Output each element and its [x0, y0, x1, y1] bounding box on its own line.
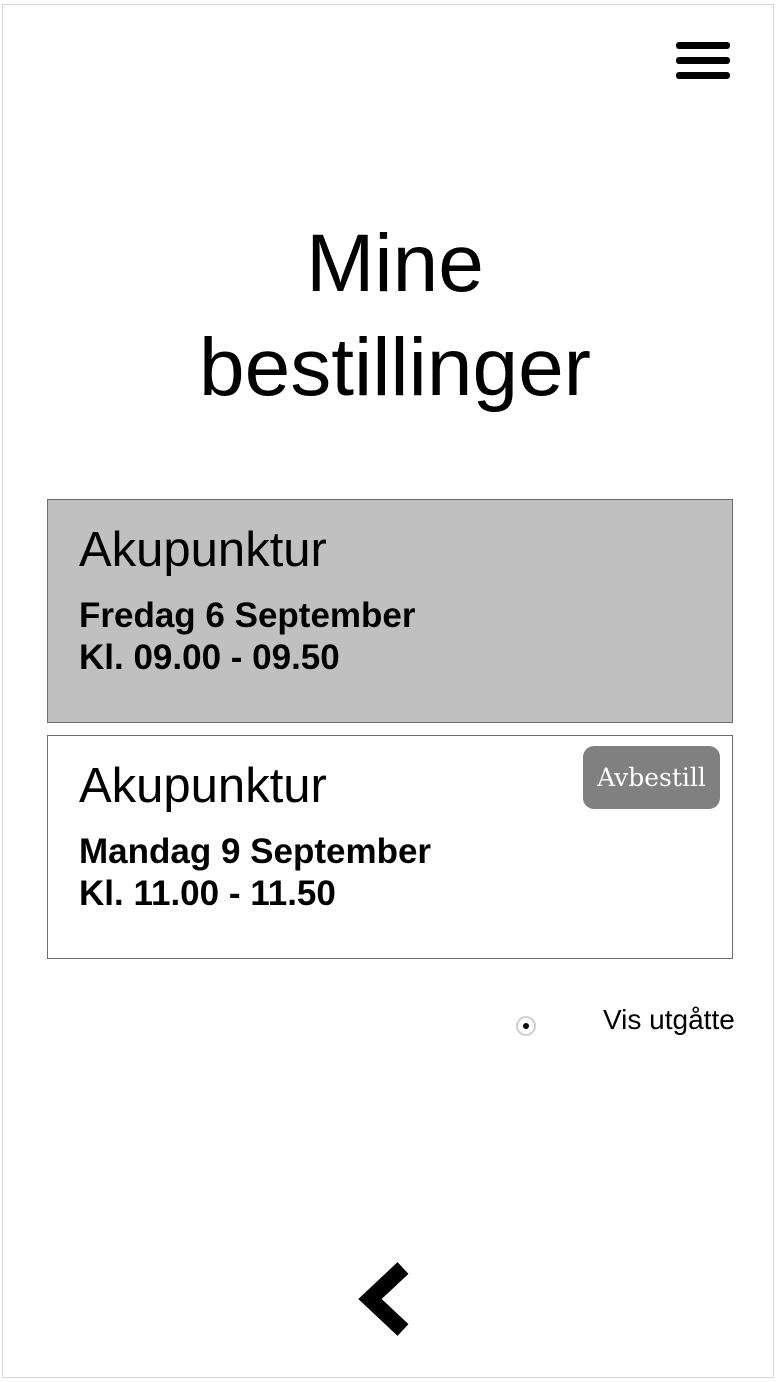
- page-title: Mine bestillinger: [0, 212, 778, 420]
- order-card-past[interactable]: Akupunktur Fredag 6 September Kl. 09.00 …: [47, 499, 733, 723]
- show-expired-radio[interactable]: [516, 1016, 536, 1036]
- order-time: Kl. 09.00 - 09.50: [79, 638, 340, 677]
- order-card-upcoming[interactable]: Akupunktur Mandag 9 September Kl. 11.00 …: [47, 735, 733, 959]
- chevron-left-icon[interactable]: [356, 1260, 416, 1338]
- cancel-order-button[interactable]: Avbestill: [583, 746, 720, 809]
- hamburger-menu-icon[interactable]: [674, 40, 732, 82]
- page-title-line1: Mine: [306, 218, 484, 309]
- page-title-line2: bestillinger: [199, 322, 591, 413]
- show-expired-toggle[interactable]: Vis utgåtte: [516, 1000, 756, 1050]
- chevron-left-icon-svg: [358, 1262, 409, 1336]
- order-service: Akupunktur: [79, 759, 327, 813]
- order-date: Mandag 9 September: [79, 832, 432, 871]
- radio-selected-dot: [523, 1023, 529, 1029]
- order-service: Akupunktur: [79, 523, 327, 577]
- show-expired-label: Vis utgåtte: [603, 1004, 735, 1035]
- order-date: Fredag 6 September: [79, 596, 416, 635]
- order-time: Kl. 11.00 - 11.50: [79, 874, 336, 913]
